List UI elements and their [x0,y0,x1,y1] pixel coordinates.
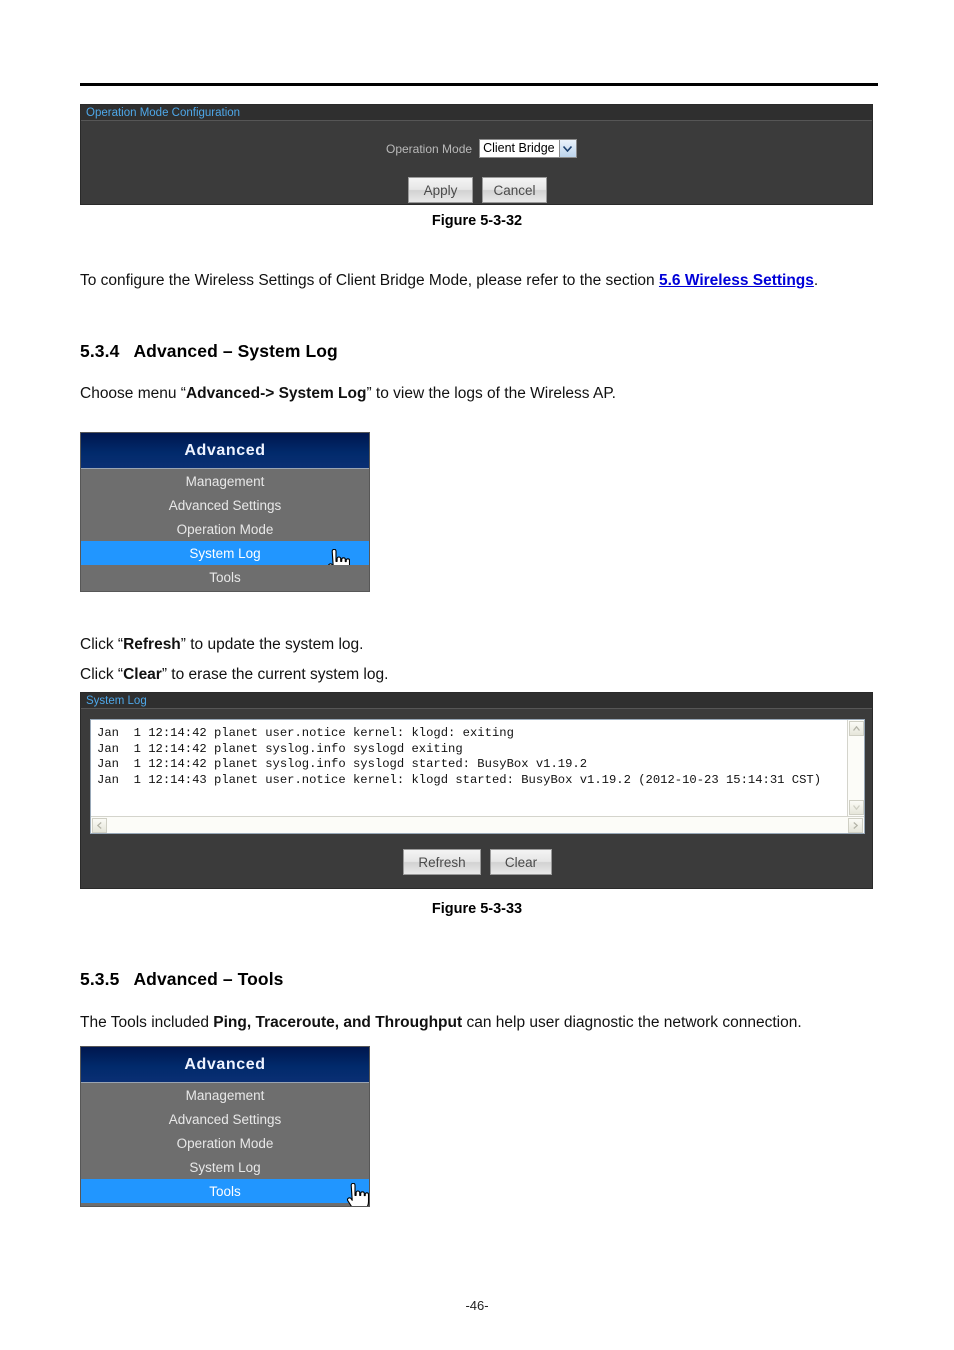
sidebar-item-tools[interactable]: Tools [81,565,369,589]
click-clear-bold: Clear [123,666,162,683]
sidebar-item-label: Tools [209,569,241,585]
manual-page: Operation Mode Configuration Operation M… [0,0,954,1350]
operation-mode-panel: Operation Mode Configuration Operation M… [80,104,873,205]
section-5-3-4-heading: 5.3.4 Advanced – System Log [80,341,338,362]
wireless-settings-link[interactable]: 5.6 Wireless Settings [659,272,814,289]
sidebar-item-system-log[interactable]: System Log [81,1155,369,1179]
sidebar-item-label: Management [185,473,265,489]
system-log-button-row: Refresh Clear [403,849,552,875]
cancel-button[interactable]: Cancel [482,177,547,203]
scroll-right-icon[interactable] [848,817,863,833]
operation-mode-field-row: Operation Mode Client Bridge [386,139,577,158]
tools-intro-post: can help user diagnostic the network con… [462,1014,802,1031]
client-bridge-ref-pre: To configure the Wireless Settings of Cl… [80,272,659,289]
click-clear-pre: Click “ [80,666,124,683]
operation-mode-label: Operation Mode [386,141,473,156]
sidebar-item-label: Operation Mode [176,1135,274,1151]
sidebar-item-management[interactable]: Management [81,1083,369,1107]
tools-intro-paragraph: The Tools included Ping, Traceroute, and… [80,1013,802,1033]
sidebar-item-system-log[interactable]: System Log [81,541,369,577]
system-log-textarea[interactable]: Jan 1 12:14:42 planet user.notice kernel… [90,719,865,834]
sidebar-item-label: Advanced Settings [168,497,282,513]
sidebar-item-label: Operation Mode [176,521,274,537]
figure-caption-5-3-32: Figure 5-3-32 [431,213,523,229]
client-bridge-ref-post: . [813,272,819,289]
sidebar-item-tools[interactable]: Tools [81,1179,369,1206]
sidebar-item-label: Management [185,1087,265,1103]
click-refresh-paragraph: Click “Refresh” to update the system log… [80,635,363,655]
section-5-3-4-number: 5.3.4 [80,341,120,361]
figure-caption-5-3-33: Figure 5-3-33 [431,901,523,917]
section-5-3-5-number: 5.3.5 [80,969,120,989]
choose-menu-bold: Advanced-> System Log [185,385,367,402]
client-bridge-reference-paragraph: To configure the Wireless Settings of Cl… [80,271,818,291]
choose-menu-paragraph: Choose menu “Advanced-> System Log” to v… [80,384,616,404]
advanced-menu-tools: Advanced Management Advanced Settings Op… [80,1046,370,1207]
hand-cursor-icon [343,1183,369,1206]
tools-intro-pre: The Tools included [80,1014,214,1031]
advanced-menu-syslog-header: Advanced [81,433,369,469]
scroll-up-icon[interactable] [848,721,864,736]
sidebar-item-management[interactable]: Management [81,469,369,493]
clear-button[interactable]: Clear [490,849,552,875]
log-vertical-scrollbar[interactable] [847,720,864,816]
click-clear-paragraph: Click “Clear” to erase the current syste… [80,665,388,685]
apply-button[interactable]: Apply [408,177,473,203]
scroll-down-icon[interactable] [848,800,864,815]
system-log-panel: System Log Jan 1 12:14:42 planet user.no… [80,692,873,889]
system-log-text-area-top: Jan 1 12:14:42 planet user.notice kernel… [91,720,864,816]
tools-intro-bold: Ping, Traceroute, and Throughput [213,1014,463,1031]
click-clear-post: ” to erase the current system log. [161,666,389,683]
operation-mode-select[interactable]: Client Bridge [479,139,577,158]
operation-mode-panel-title: Operation Mode Configuration [81,105,872,121]
sidebar-item-label: Advanced Settings [168,1111,282,1127]
click-refresh-pre: Click “ [80,636,124,653]
choose-menu-post: ” to view the logs of the Wireless AP. [366,385,616,402]
scroll-left-icon[interactable] [92,817,107,833]
sidebar-item-operation-mode[interactable]: Operation Mode [81,1131,369,1155]
sidebar-item-advanced-settings[interactable]: Advanced Settings [81,1107,369,1131]
section-5-3-5-heading: 5.3.5 Advanced – Tools [80,969,284,990]
system-log-panel-body: Jan 1 12:14:42 planet user.notice kernel… [81,709,872,889]
chevron-down-icon [558,140,576,157]
advanced-menu-tools-header: Advanced [81,1047,369,1083]
header-rule [80,83,878,86]
page-number: -46- [465,1298,489,1313]
operation-mode-button-row: Apply Cancel [408,177,547,203]
sidebar-item-advanced-settings[interactable]: Advanced Settings [81,493,369,517]
operation-mode-panel-body: Operation Mode Client Bridge Apply Cance… [81,121,872,205]
sidebar-item-label: System Log [189,1159,261,1175]
click-refresh-post: ” to update the system log. [180,636,364,653]
system-log-panel-title: System Log [81,693,872,709]
system-log-text: Jan 1 12:14:42 planet user.notice kernel… [97,726,822,787]
click-refresh-bold: Refresh [123,636,181,653]
choose-menu-pre: Choose menu “ [80,385,186,402]
advanced-menu-syslog: Advanced Management Advanced Settings Op… [80,432,370,592]
sidebar-item-label: Tools [209,1183,241,1199]
refresh-button[interactable]: Refresh [403,849,481,875]
sidebar-item-operation-mode[interactable]: Operation Mode [81,517,369,541]
operation-mode-select-value: Client Bridge [483,141,555,155]
section-5-3-4-title: Advanced – System Log [133,341,338,361]
sidebar-item-label: System Log [189,545,261,561]
log-horizontal-scrollbar[interactable] [91,816,864,833]
section-5-3-5-title: Advanced – Tools [133,969,284,989]
